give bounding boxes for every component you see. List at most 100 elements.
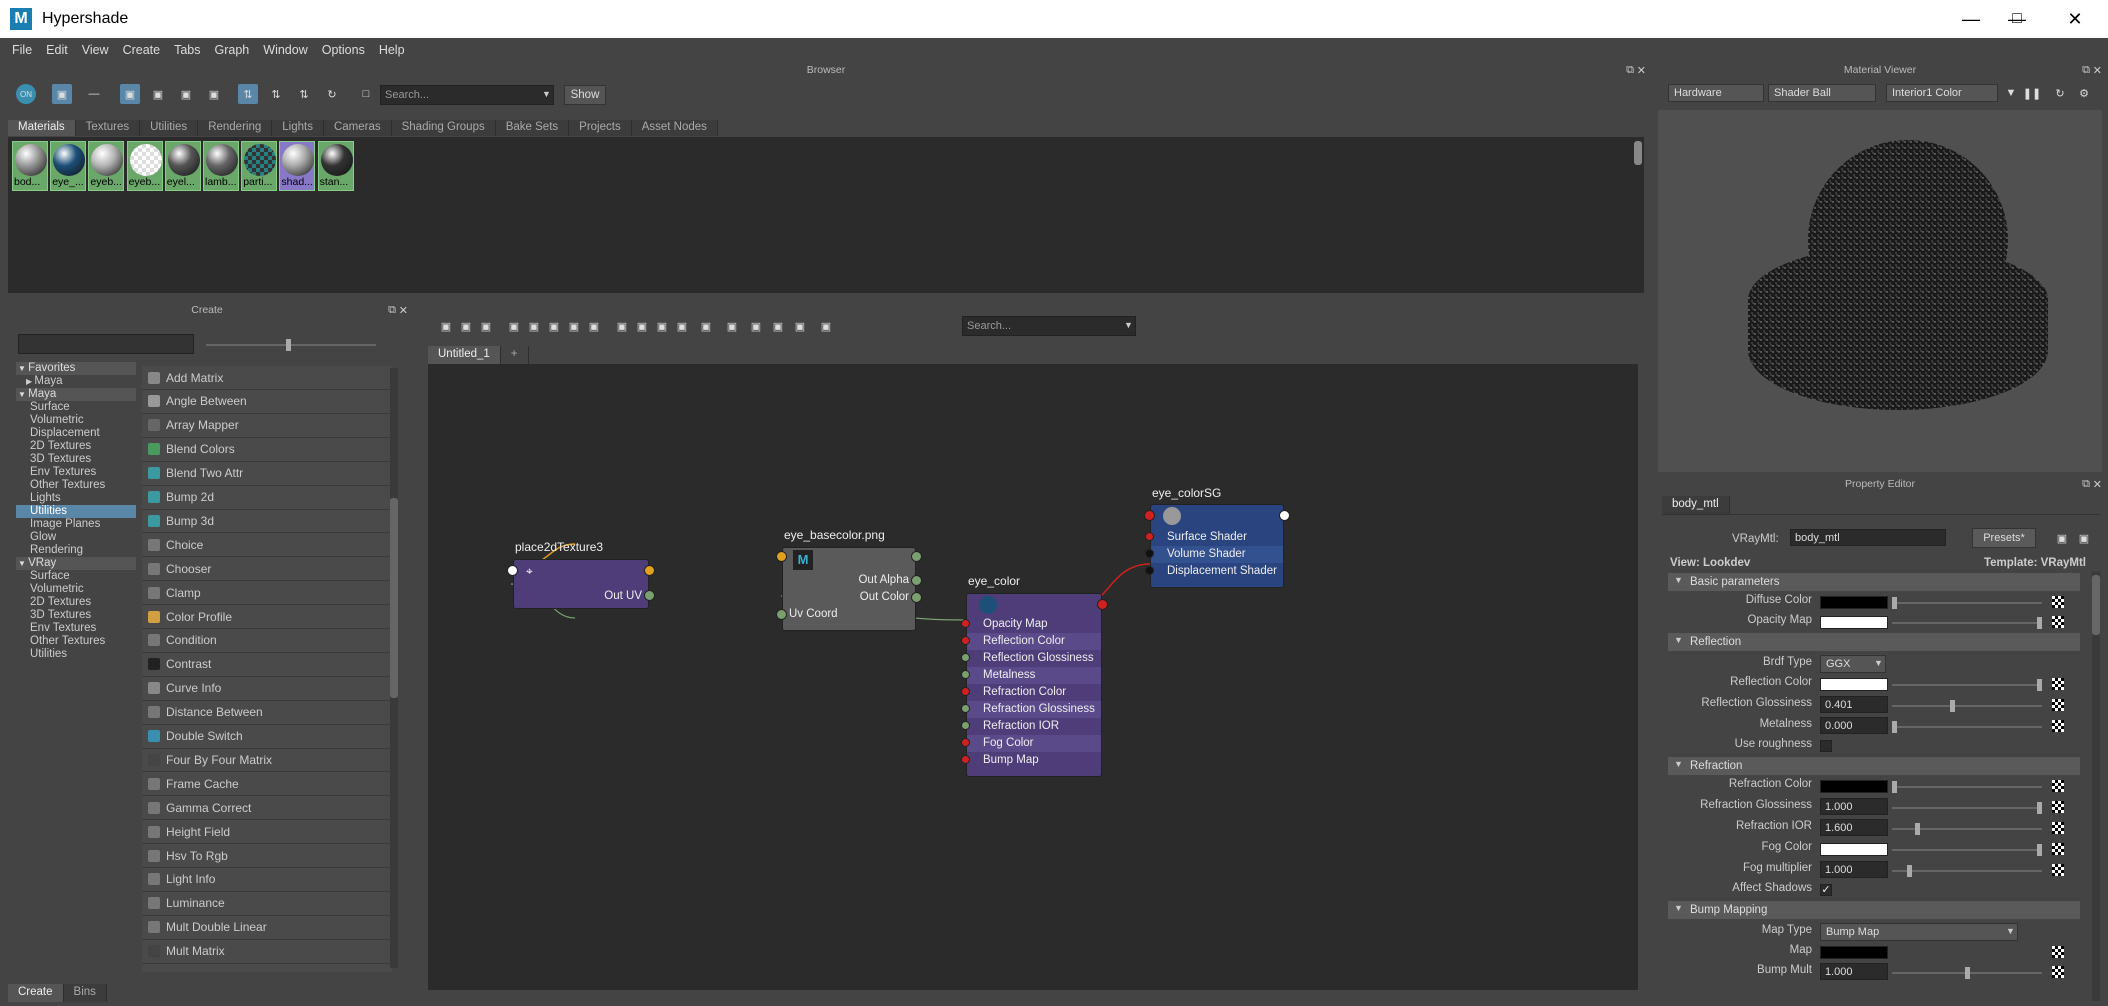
value-field[interactable]: 1.000 bbox=[1820, 963, 1888, 980]
value-slider[interactable] bbox=[1892, 967, 2042, 979]
menu-tabs[interactable]: Tabs bbox=[174, 43, 200, 57]
tab-cameras[interactable]: Cameras bbox=[323, 120, 392, 136]
tab-materials[interactable]: Materials bbox=[8, 120, 76, 136]
renderer-dropdown[interactable]: Hardware bbox=[1668, 84, 1764, 102]
checkbox[interactable]: ✓ bbox=[1820, 884, 1832, 896]
maximize-button[interactable]: □ bbox=[1990, 0, 2044, 38]
tree-item[interactable]: 3D Textures bbox=[16, 609, 136, 622]
attribute-row[interactable]: Surface Shader bbox=[1145, 529, 1283, 546]
selection-icon[interactable]: □ bbox=[356, 84, 376, 104]
value-slider[interactable] bbox=[1892, 721, 2042, 733]
out-color-port[interactable] bbox=[911, 592, 922, 603]
presets-button[interactable]: Presets* bbox=[1972, 528, 2036, 548]
node-list-item[interactable]: Gamma Correct bbox=[142, 796, 392, 821]
map-button-checker-icon[interactable] bbox=[2052, 864, 2064, 876]
color-swatch[interactable] bbox=[1820, 946, 1888, 959]
tab-body-mtl[interactable]: body_mtl bbox=[1662, 496, 1730, 514]
simple-mode-icon[interactable]: ▣ bbox=[632, 316, 652, 336]
node-list-item[interactable]: Distance Between bbox=[142, 701, 392, 725]
tab-textures[interactable]: Textures bbox=[75, 120, 141, 136]
graph-search-input[interactable]: Search... bbox=[962, 316, 1136, 336]
tree-item[interactable]: Volumetric bbox=[16, 583, 136, 596]
create-filter-input[interactable] bbox=[18, 334, 194, 354]
node-list-item[interactable]: Add Matrix bbox=[142, 366, 392, 390]
tree-item[interactable]: 2D Textures bbox=[16, 596, 136, 609]
input-port[interactable] bbox=[961, 636, 970, 645]
close-icon[interactable]: ✕ bbox=[1637, 64, 1646, 77]
node-list-item[interactable]: Condition bbox=[142, 629, 392, 653]
input-port[interactable] bbox=[961, 704, 970, 713]
tree-item[interactable]: Surface bbox=[16, 401, 136, 414]
material-swatch[interactable]: eyeb... bbox=[126, 141, 163, 191]
scrollbar[interactable] bbox=[2092, 571, 2100, 1001]
output-port[interactable] bbox=[644, 565, 655, 576]
node-list-item[interactable]: Bump 2d bbox=[142, 486, 392, 510]
input-port[interactable] bbox=[1145, 549, 1154, 558]
value-field[interactable]: 1.600 bbox=[1820, 819, 1888, 836]
tree-item[interactable]: ▼ Maya bbox=[16, 388, 136, 401]
node-list-item[interactable]: Bump 3d bbox=[142, 509, 392, 534]
scrollbar[interactable] bbox=[1634, 141, 1642, 165]
chevron-down-icon[interactable]: ▼ bbox=[1124, 320, 1133, 330]
tab-projects[interactable]: Projects bbox=[569, 120, 632, 136]
pin-icon[interactable]: ▣ bbox=[790, 316, 810, 336]
chevron-down-icon[interactable]: ▼ bbox=[2006, 926, 2015, 936]
rearrange-icon[interactable]: ▣ bbox=[544, 316, 564, 336]
material-swatch[interactable]: parti... bbox=[241, 141, 278, 191]
tree-item[interactable]: Rendering bbox=[16, 544, 136, 557]
collapse-arrow-icon[interactable]: ▼ bbox=[1674, 635, 1683, 645]
value-slider[interactable] bbox=[1892, 700, 2042, 712]
swatch-size-slider[interactable] bbox=[206, 339, 376, 351]
chevron-down-icon[interactable]: ▼ bbox=[542, 89, 551, 99]
input-port[interactable] bbox=[1145, 532, 1154, 541]
menu-help[interactable]: Help bbox=[379, 43, 405, 57]
map-button-checker-icon[interactable] bbox=[2052, 843, 2064, 855]
sort-time-icon[interactable]: ⇅ bbox=[294, 84, 314, 104]
expand-arrow-icon[interactable]: ▼ bbox=[18, 559, 28, 568]
tree-item[interactable]: Displacement bbox=[16, 427, 136, 440]
material-swatch[interactable]: eyeb... bbox=[88, 141, 125, 191]
node-list-item[interactable]: Hsv To Rgb bbox=[142, 844, 392, 868]
checkbox[interactable] bbox=[1820, 740, 1832, 752]
remove-unused-icon[interactable]: ▣ bbox=[564, 316, 584, 336]
input-port[interactable] bbox=[776, 551, 787, 562]
tab-asset-nodes[interactable]: Asset Nodes bbox=[631, 120, 718, 136]
sort-name-icon[interactable]: ⇅ bbox=[238, 84, 258, 104]
attribute-row[interactable]: Displacement Shader bbox=[1145, 563, 1283, 580]
output-port[interactable] bbox=[911, 551, 922, 562]
snap-icon[interactable]: ▣ bbox=[768, 316, 788, 336]
collapse-arrow-icon[interactable]: ▼ bbox=[1674, 903, 1683, 913]
node-name-field[interactable]: body_mtl bbox=[1790, 529, 1946, 546]
map-button-checker-icon[interactable] bbox=[2052, 616, 2064, 628]
material-swatch[interactable]: stan... bbox=[317, 141, 354, 191]
value-slider[interactable] bbox=[1892, 617, 2042, 629]
output-port[interactable] bbox=[1097, 599, 1108, 610]
tree-item[interactable]: Env Textures bbox=[16, 622, 136, 635]
tab-lights[interactable]: Lights bbox=[272, 120, 324, 136]
search-icon[interactable]: ▣ bbox=[722, 316, 742, 336]
attribute-row[interactable]: Reflection Glossiness bbox=[961, 650, 1101, 667]
input-port[interactable] bbox=[961, 755, 970, 764]
attribute-row[interactable]: Fog Color bbox=[961, 735, 1101, 752]
tab-shading-groups[interactable]: Shading Groups bbox=[391, 120, 496, 136]
input-port[interactable] bbox=[961, 687, 970, 696]
menu-options[interactable]: Options bbox=[322, 43, 365, 57]
refresh-icon[interactable]: ↻ bbox=[2050, 83, 2070, 103]
clear-graph-icon[interactable]: ▣ bbox=[612, 316, 632, 336]
node-file-texture[interactable]: M Out Alpha Out Color Uv Coord bbox=[776, 547, 922, 631]
map-button-checker-icon[interactable] bbox=[2052, 822, 2064, 834]
node-list-item[interactable]: Curve Info bbox=[142, 677, 392, 701]
grid-add-icon[interactable]: ▣ bbox=[584, 316, 604, 336]
menu-create[interactable]: Create bbox=[123, 43, 161, 57]
node-list-item[interactable]: Height Field bbox=[142, 820, 392, 845]
tree-item[interactable]: Other Textures bbox=[16, 635, 136, 648]
tree-item[interactable]: Env Textures bbox=[16, 466, 136, 479]
map-button-checker-icon[interactable] bbox=[2052, 780, 2064, 792]
tree-item[interactable]: Image Planes bbox=[16, 518, 136, 531]
out-alpha-port[interactable] bbox=[911, 575, 922, 586]
menu-window[interactable]: Window bbox=[263, 43, 307, 57]
material-swatch[interactable]: bod... bbox=[12, 141, 48, 191]
sort-type-icon[interactable]: ⇅ bbox=[266, 84, 286, 104]
node-list-item[interactable]: Choice bbox=[142, 533, 392, 558]
map-button-checker-icon[interactable] bbox=[2052, 720, 2064, 732]
